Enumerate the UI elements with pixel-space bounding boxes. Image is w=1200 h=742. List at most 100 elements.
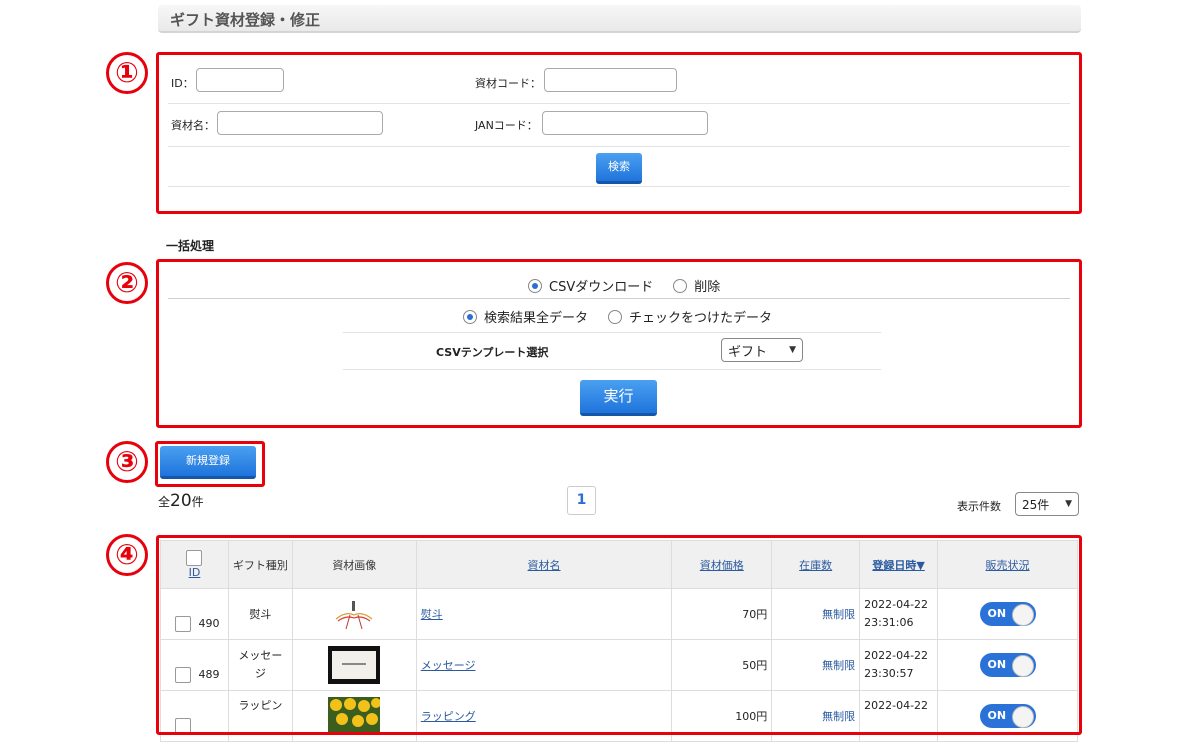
materials-table: ID ギフト種別 資材画像 資材名 資材価格 在庫数 登録日時▼ 販売状況 49… <box>160 540 1078 742</box>
date-cell: 2022-04-22 23:31:06 <box>859 588 939 640</box>
radio-button[interactable] <box>528 278 542 293</box>
radio-button[interactable] <box>463 309 477 324</box>
name-cell: メッセージ <box>415 639 673 691</box>
jan-code-input[interactable] <box>542 111 708 135</box>
gift-type-cell: 熨斗 <box>227 588 293 640</box>
divider <box>343 369 881 370</box>
marker-1: ① <box>106 52 148 94</box>
sort-id-link[interactable]: ID <box>189 566 201 579</box>
date-text: 2022-04-22 <box>864 699 929 712</box>
page-1-button[interactable]: 1 <box>567 486 596 515</box>
gift-type-cell: ラッピン <box>227 690 293 742</box>
sort-status-link[interactable]: 販売状況 <box>986 559 1030 572</box>
name-cell: 熨斗 <box>415 588 673 640</box>
header-date: 登録日時▼ <box>859 540 939 589</box>
id-input[interactable] <box>196 68 284 92</box>
total-suffix: 件 <box>191 495 204 509</box>
divider <box>343 332 881 333</box>
radio-button[interactable] <box>673 278 688 293</box>
material-code-label: 資材コード： <box>475 77 541 90</box>
csv-template-select[interactable]: ギフト ▼ <box>721 338 803 362</box>
radio-label: 削除 <box>694 280 721 295</box>
gift-type-cell: メッセージ <box>227 639 293 691</box>
status-cell: ON <box>937 690 1078 742</box>
time-text: 23:30:57 <box>864 667 914 680</box>
radio-csv-download[interactable]: CSVダウンロード <box>528 276 653 295</box>
row-checkbox[interactable] <box>175 666 191 683</box>
csv-template-value: ギフト <box>728 344 768 360</box>
name-cell: ラッピング <box>415 690 673 742</box>
radio-button[interactable] <box>608 309 623 324</box>
stock-link[interactable]: 無制限 <box>822 659 855 672</box>
stock-cell: 無制限 <box>771 588 861 640</box>
marker-2: ② <box>106 262 148 304</box>
jan-code-label: JANコード： <box>475 119 538 132</box>
row-id: 490 <box>198 616 220 630</box>
material-name-input[interactable] <box>217 111 383 135</box>
stock-cell: 無制限 <box>771 639 861 691</box>
header-name: 資材名 <box>415 540 673 589</box>
execute-button[interactable]: 実行 <box>580 380 657 416</box>
price-cell: 100円 <box>671 690 773 742</box>
table-row: ラッピン ラッピング 100円 無制限 2022-04-22 ON <box>160 690 1078 742</box>
material-name-label: 資材名： <box>171 119 215 132</box>
page-title: ギフト資材登録・修正 <box>170 11 321 29</box>
page-title-bar: ギフト資材登録・修正 <box>158 5 1081 33</box>
total-count: 全20件 <box>158 491 204 511</box>
material-name-link[interactable]: ラッピング <box>421 710 476 723</box>
status-cell: ON <box>937 588 1078 640</box>
material-name-link[interactable]: メッセージ <box>421 659 476 672</box>
total-prefix: 全 <box>158 495 171 509</box>
table-header-row: ID ギフト種別 資材画像 資材名 資材価格 在庫数 登録日時▼ 販売状況 <box>160 540 1078 589</box>
id-cell: 489 <box>160 639 229 691</box>
new-registration-button[interactable]: 新規登録 <box>160 446 256 479</box>
divider <box>168 103 1070 104</box>
stock-cell: 無制限 <box>771 690 861 742</box>
wrapping-thumbnail <box>328 697 381 735</box>
radio-checked-data[interactable]: チェックをつけたデータ <box>608 307 772 326</box>
per-page-label: 表示件数 <box>957 500 1001 513</box>
per-page-value: 25件 <box>1022 497 1050 512</box>
row-checkbox[interactable] <box>175 615 191 632</box>
csv-template-label: CSVテンプレート選択 <box>436 346 549 359</box>
table-row: 490 熨斗 熨斗 70円 無制限 2022-04-22 23:31:06 ON <box>160 588 1078 640</box>
radio-delete[interactable]: 削除 <box>673 276 720 295</box>
header-image: 資材画像 <box>291 540 417 589</box>
header-price: 資材価格 <box>671 540 773 589</box>
message-card-thumbnail <box>328 646 381 684</box>
stock-link[interactable]: 無制限 <box>822 608 855 621</box>
image-cell <box>291 639 417 691</box>
radio-all-results[interactable]: 検索結果全データ <box>463 307 588 326</box>
status-toggle[interactable]: ON <box>979 704 1036 728</box>
noshi-thumbnail <box>328 595 381 633</box>
sort-stock-link[interactable]: 在庫数 <box>799 559 832 572</box>
header-gift-type: ギフト種別 <box>227 540 293 589</box>
per-page-select[interactable]: 25件 ▼ <box>1015 492 1079 516</box>
date-text: 2022-04-22 <box>864 649 929 662</box>
status-cell: ON <box>937 639 1078 691</box>
material-name-link[interactable]: 熨斗 <box>421 608 443 621</box>
row-id: 489 <box>198 667 220 681</box>
date-cell: 2022-04-22 <box>859 690 939 742</box>
price-cell: 50円 <box>671 639 773 691</box>
material-code-input[interactable] <box>544 68 677 92</box>
search-button[interactable]: 検索 <box>596 153 642 184</box>
sort-name-link[interactable]: 資材名 <box>528 559 561 572</box>
radio-label: CSVダウンロード <box>549 280 654 295</box>
date-cell: 2022-04-22 23:30:57 <box>859 639 939 691</box>
radio-label: 検索結果全データ <box>484 311 589 326</box>
divider <box>168 298 1070 299</box>
select-all-checkbox[interactable] <box>186 550 203 566</box>
image-cell <box>291 588 417 640</box>
header-id: ID <box>160 540 229 589</box>
status-toggle[interactable]: ON <box>979 602 1036 626</box>
divider <box>168 146 1070 147</box>
time-text: 23:31:06 <box>864 616 914 629</box>
sort-price-link[interactable]: 資材価格 <box>700 559 744 572</box>
divider <box>168 186 1070 187</box>
total-number: 20 <box>170 491 192 511</box>
status-toggle[interactable]: ON <box>979 653 1036 677</box>
stock-link[interactable]: 無制限 <box>822 710 855 723</box>
sort-date-link[interactable]: 登録日時▼ <box>872 559 924 572</box>
action-radio-group: CSVダウンロード 削除 <box>528 276 720 295</box>
